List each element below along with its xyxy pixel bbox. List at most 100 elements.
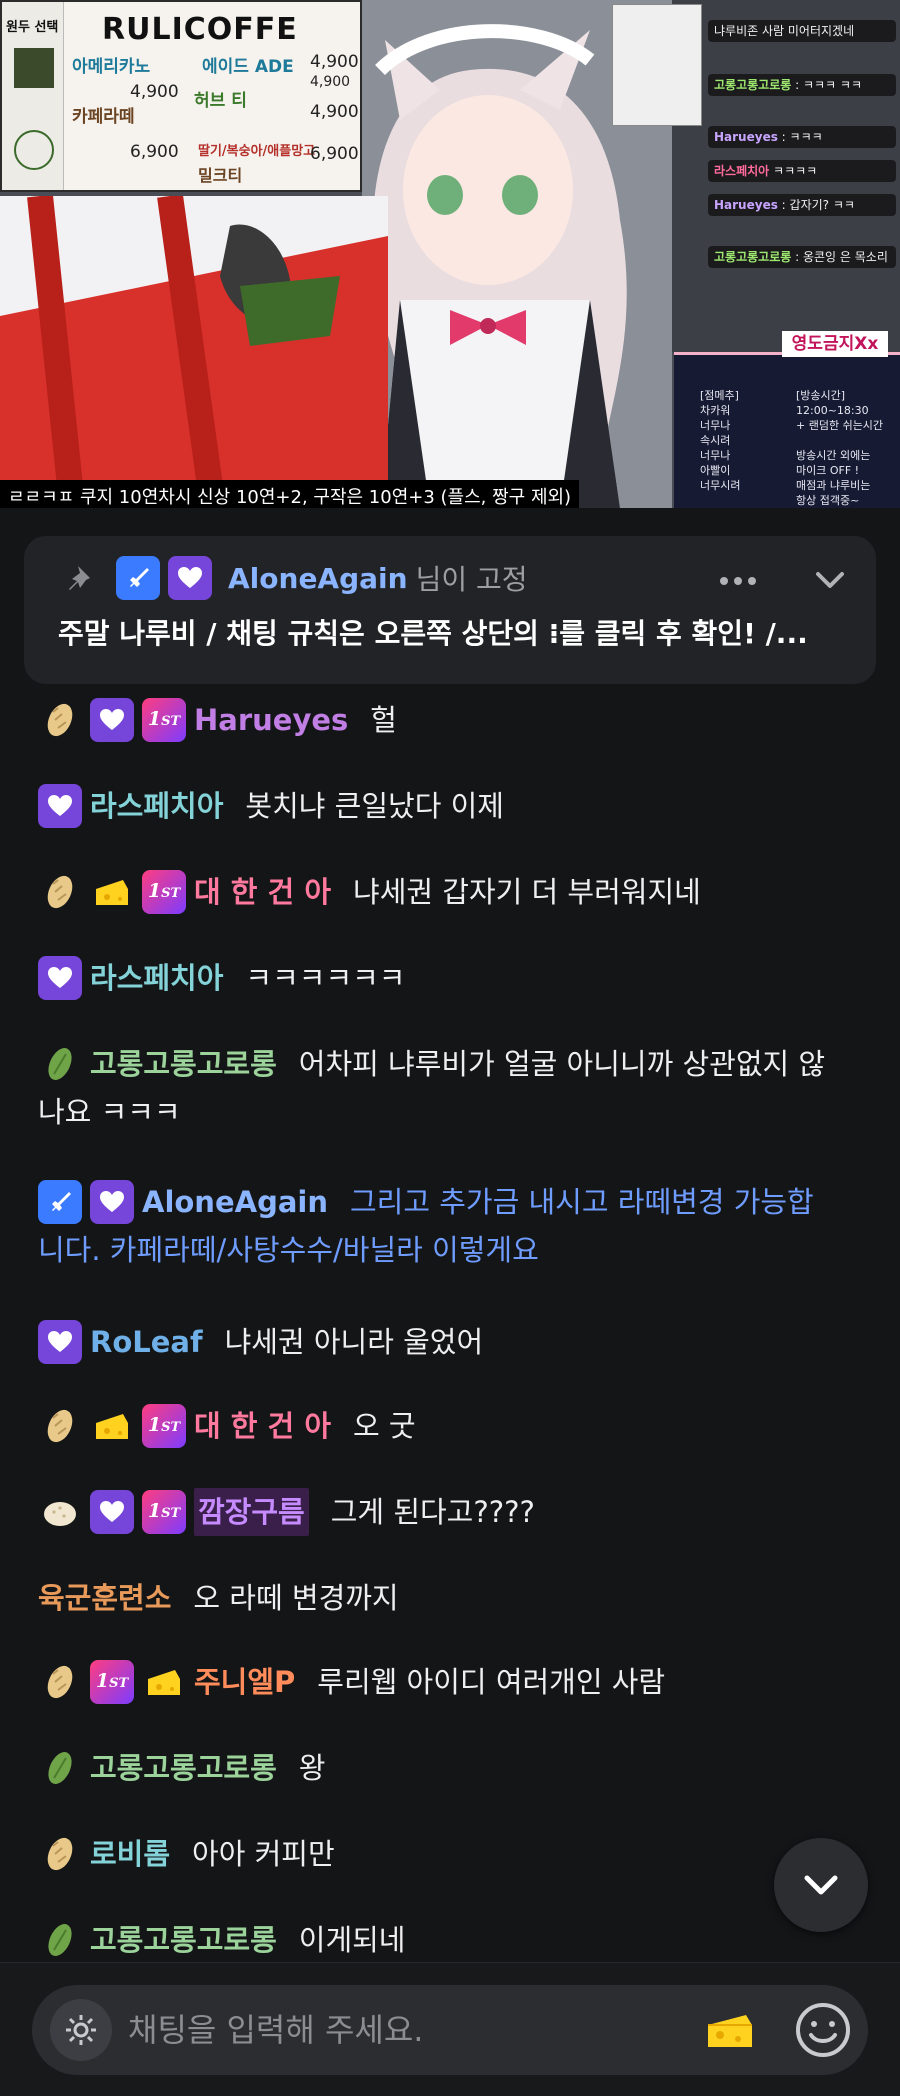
pinned-label: 님이 고정 xyxy=(415,563,528,596)
chat-nickname[interactable]: 주니엘P xyxy=(194,1658,295,1706)
chat-input[interactable] xyxy=(128,2003,708,2057)
pin-icon xyxy=(64,560,100,596)
pinned-text[interactable]: 주말 나루비 / 채팅 규칙은 오른쪽 상단의 ⁝를 클릭 후 확인! /... xyxy=(58,612,858,656)
pinned-message[interactable]: AloneAgain 님이 고정 주말 나루비 / 채팅 규칙은 오른쪽 상단의… xyxy=(24,536,876,684)
chat-nickname[interactable]: 라스페치아 xyxy=(90,782,223,830)
cheese-icon xyxy=(708,2015,752,2047)
overlay-chat-text: : 옹콘잉 은 목소리 xyxy=(795,250,888,264)
cheese-badge-icon xyxy=(90,1404,134,1448)
chat-nickname[interactable]: 깜장구름 xyxy=(194,1488,309,1536)
menu-item: 에이드 ADE xyxy=(202,52,294,77)
pinned-author[interactable]: AloneAgain xyxy=(228,562,408,595)
subscriber-heart-icon xyxy=(38,956,82,1000)
manager-badge-icon xyxy=(116,556,160,600)
chat-nickname[interactable]: 로비롬 xyxy=(90,1830,170,1878)
chat-input-container xyxy=(32,1985,868,2075)
menu-item: 밀크티 xyxy=(198,162,242,186)
settings-button[interactable] xyxy=(50,1999,112,2061)
cheese-donation-button[interactable] xyxy=(702,2003,758,2059)
notice-title: 영도금지Xx xyxy=(782,331,888,357)
chevron-down-icon[interactable] xyxy=(810,562,850,598)
bread-badge-icon xyxy=(38,1490,82,1534)
chat-text: 그리고 추가금 내시고 라떼변경 가능합 xyxy=(349,1185,814,1219)
overlay-chat-text: ㅋㅋㅋㅋ xyxy=(773,164,818,178)
chat-text-continued: 나요 ㅋㅋㅋ xyxy=(38,1095,181,1129)
menu-item: 아메리카노 xyxy=(72,52,150,77)
chat-message: 고롱고롱고로롱 어차피 냐루비가 얼굴 아니니까 상관없지 않나요 ㅋㅋㅋ xyxy=(38,1040,864,1136)
menu-item-name: 밀크티 xyxy=(198,166,243,185)
menu-item-price: 6,900 xyxy=(310,144,359,164)
leaf-badge-icon xyxy=(38,1746,82,1790)
chat-text-continued: 니다. 카페라떼/사탕수수/바닐라 이렇게요 xyxy=(38,1233,539,1267)
chat-message: 1ST Harueyes 헐 xyxy=(38,696,864,744)
chat-nickname[interactable]: AloneAgain xyxy=(142,1178,328,1226)
chat-nickname[interactable]: RoLeaf xyxy=(90,1318,203,1366)
chat-message-line: 고롱고롱고로롱 어차피 냐루비가 얼굴 아니니까 상관없지 않 xyxy=(38,1040,864,1088)
overlay-chat-text: : 갑자기? ㅋㅋ xyxy=(781,198,855,212)
more-options-icon[interactable] xyxy=(714,566,762,596)
chat-nickname[interactable]: 라스페치아 xyxy=(90,954,223,1002)
menu-item: 카페라떼 xyxy=(72,102,135,127)
chat-nickname[interactable]: 고롱고롱고로롱 xyxy=(90,1916,277,1964)
overlay-chat-name: Harueyes xyxy=(714,198,778,212)
menu-side-title: 원두 선택 xyxy=(6,20,59,35)
cup-size-panel xyxy=(612,4,702,126)
chat-nickname[interactable]: 대 한 건 아 xyxy=(194,1402,331,1450)
chat-nickname[interactable]: Harueyes xyxy=(194,696,348,744)
menu-item-price: 4,900 xyxy=(310,52,359,72)
chat-message-line: 1ST 대 한 건 아 냐세권 갑자기 더 부러워지네 xyxy=(38,868,864,916)
overlay-chat-message: Harueyes : ㅋㅋㅋ xyxy=(708,126,896,148)
chat-message-line: 고롱고롱고로롱 이게되네 xyxy=(38,1916,864,1964)
menu-item-name: 에이드 ADE xyxy=(202,57,294,77)
menu-item: 허브 티 xyxy=(194,86,247,111)
egg-badge-icon xyxy=(38,698,82,742)
chat-message: 고롱고롱고로롱 왕 xyxy=(38,1744,864,1792)
overlay-chat-name: 라스페치아 xyxy=(714,164,770,178)
overlay-chat: 냐루비존 사람 미어터지겠네 고롱고롱고로롱 : ㅋㅋㅋ ㅋㅋ Harueyes… xyxy=(702,0,900,300)
menu-item-name: 카페라떼 xyxy=(72,107,135,127)
menu-item-name: 아메리카노 xyxy=(72,57,151,77)
subscriber-heart-icon xyxy=(38,1320,82,1364)
egg-badge-icon xyxy=(38,1660,82,1704)
overlay-chat-text: 냐루비존 사람 미어터지겠네 xyxy=(714,24,855,38)
first-badge-icon: 1ST xyxy=(142,870,186,914)
manager-badge-icon xyxy=(38,1180,82,1224)
chevron-down-icon xyxy=(804,1875,838,1895)
comic-panel xyxy=(0,196,388,486)
chat-text: 이게되네 xyxy=(298,1923,406,1957)
chat-message: 라스페치아 봇치냐 큰일났다 이제 xyxy=(38,782,864,830)
egg-badge-icon xyxy=(38,870,82,914)
chat-nickname[interactable]: 육군훈련소 xyxy=(38,1574,171,1622)
cheese-badge-icon xyxy=(142,1660,186,1704)
chat-nickname[interactable]: 대 한 건 아 xyxy=(194,868,331,916)
chat-message: AloneAgain 그리고 추가금 내시고 라떼변경 가능합니다. 카페라떼/사… xyxy=(38,1178,864,1274)
emoji-button[interactable] xyxy=(792,1999,854,2061)
chat-message-line: 1ST 대 한 건 아 오 굿 xyxy=(38,1402,864,1450)
scroll-to-bottom-button[interactable] xyxy=(774,1838,868,1932)
chat-message: 고롱고롱고로롱 이게되네 xyxy=(38,1916,864,1964)
chat-message-line: AloneAgain 그리고 추가금 내시고 라떼변경 가능합 xyxy=(38,1178,864,1226)
overlay-chat-text: : ㅋㅋㅋ ㅋㅋ xyxy=(795,78,862,92)
overlay-chat-message: 냐루비존 사람 미어터지겠네 xyxy=(708,20,896,42)
chat-message: 1ST 대 한 건 아 오 굿 xyxy=(38,1402,864,1450)
chat-message: 1ST 대 한 건 아 냐세권 갑자기 더 부러워지네 xyxy=(38,868,864,916)
chat-text: ㅋㅋㅋㅋㅋㅋ xyxy=(245,961,406,995)
stream-video[interactable]: 원두 선택 RULICOFFE 아메리카노 4,900 에이드 ADE 4,90… xyxy=(0,0,900,508)
chat-text: 헐 xyxy=(370,703,397,737)
chat-nickname[interactable]: 고롱고롱고로롱 xyxy=(90,1040,277,1088)
menu-item-name: 허브 티 xyxy=(194,91,247,111)
chat-message: 육군훈련소 오 라떼 변경까지 xyxy=(38,1574,864,1622)
chat-message-line: 라스페치아 봇치냐 큰일났다 이제 xyxy=(38,782,864,830)
menu-item-name: 딸기/복숭아/애플망고 xyxy=(198,144,316,159)
chat-message-line: RoLeaf 냐세권 아니라 울었어 xyxy=(38,1318,864,1366)
overlay-chat-name: 고롱고롱고로롱 xyxy=(714,78,792,92)
smiley-icon xyxy=(796,2003,850,2057)
chat-message-line: 육군훈련소 오 라떼 변경까지 xyxy=(38,1574,864,1622)
overlay-chat-message: 고롱고롱고로롱 : 옹콘잉 은 목소리 xyxy=(708,246,896,268)
chat-nickname[interactable]: 고롱고롱고로롱 xyxy=(90,1744,277,1792)
menu-board: 원두 선택 RULICOFFE 아메리카노 4,900 에이드 ADE 4,90… xyxy=(0,0,362,192)
notice-schedule-text: [방송시간] 12:00~18:30 + 랜덤한 쉬는시간 방송시간 외에는 마… xyxy=(796,389,884,507)
comic-drawing xyxy=(0,196,388,486)
chat-text: 어차피 냐루비가 얼굴 아니니까 상관없지 않 xyxy=(298,1047,826,1081)
first-badge-icon: 1ST xyxy=(142,1404,186,1448)
